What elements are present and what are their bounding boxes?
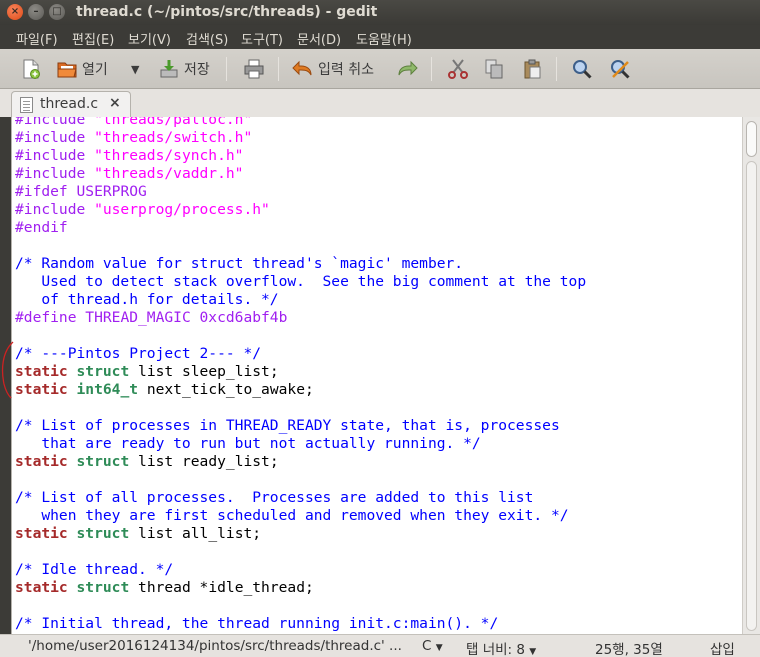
chevron-down-icon: ▼ [435,643,443,653]
window-title: thread.c (~/pintos/src/threads) - gedit [76,4,378,20]
maximize-window-button[interactable]: □ [49,4,65,20]
save-label: 저장 [184,62,210,78]
code-line[interactable]: that are ready to run but not actually r… [15,435,586,453]
cursor-position: 25행, 35열 [595,642,663,657]
code-line[interactable]: Used to detect stack overflow. See the b… [15,273,586,291]
save-icon [158,58,180,80]
toolbar-separator [226,57,227,81]
insert-mode: 삽입 [710,642,735,657]
menu-help[interactable]: 도움말(H) [356,29,412,48]
text-editor[interactable]: #include "threads/palloc.h" #include "thr… [11,117,742,634]
find-replace-icon [609,58,631,80]
redo-button[interactable] [396,56,418,82]
find-button[interactable] [571,56,593,82]
status-file-path: '/home/user2016124134/pintos/src/threads… [28,638,402,654]
code-line[interactable] [15,597,586,615]
new-document-button[interactable] [20,56,42,82]
code-line[interactable]: #endif [15,219,586,237]
tab-label: thread.c [40,96,99,112]
code-line[interactable]: /* ---Pintos Project 2--- */ [15,345,586,363]
code-line[interactable]: static struct list sleep_list; [15,363,586,381]
scrollbar-thumb[interactable] [746,121,757,157]
status-bar: '/home/user2016124134/pintos/src/threads… [0,634,760,657]
title-bar: × – □ thread.c (~/pintos/src/threads) - … [0,0,760,25]
code-line[interactable]: /* Idle thread. */ [15,561,586,579]
code-line[interactable]: #include "threads/palloc.h" [15,117,586,129]
scissors-icon [447,58,469,80]
undo-button[interactable]: 입력 취소 [292,56,374,82]
scrollbar-trough[interactable] [746,161,757,631]
code-line[interactable]: #include "threads/synch.h" [15,147,586,165]
code-line[interactable]: static struct thread *idle_thread; [15,579,586,597]
code-line[interactable]: static struct list ready_list; [15,453,586,471]
printer-icon [243,58,265,80]
undo-icon [292,58,314,80]
cut-button[interactable] [447,56,469,82]
paste-button[interactable] [521,56,543,82]
code-line[interactable] [15,327,586,345]
code-line[interactable] [15,543,586,561]
tab-width-label: 탭 너비: 8 [466,642,525,657]
tab-thread-c[interactable]: thread.c × [11,91,131,117]
code-line[interactable]: #include "userprog/process.h" [15,201,586,219]
code-line[interactable]: when they are first scheduled and remove… [15,507,586,525]
menu-view[interactable]: 보기(V) [128,29,171,48]
save-button[interactable]: 저장 [158,56,210,82]
code-line[interactable]: /* List of processes in THREAD_READY sta… [15,417,586,435]
code-line[interactable] [15,471,586,489]
close-tab-icon[interactable]: × [109,95,121,111]
recent-files-dropdown[interactable]: ▼ [131,56,139,82]
copy-button[interactable] [483,56,505,82]
undo-label: 입력 취소 [318,62,374,78]
code-line[interactable]: #include "threads/vaddr.h" [15,165,586,183]
find-replace-button[interactable] [609,56,631,82]
menu-bar: 파일(F) 편집(E) 보기(V) 검색(S) 도구(T) 문서(D) 도움말(… [0,25,760,49]
code-line[interactable]: static int64_t next_tick_to_awake; [15,381,586,399]
code-line[interactable]: /* Random value for struct thread's `mag… [15,255,586,273]
chevron-down-icon: ▼ [131,62,140,76]
paste-icon [521,58,543,80]
menu-tools[interactable]: 도구(T) [241,29,283,48]
close-window-button[interactable]: × [7,4,23,20]
chevron-down-icon: ▼ [529,647,537,657]
redo-icon [396,58,418,80]
handwritten-bracket-annotation [1,341,14,399]
menu-file[interactable]: 파일(F) [16,29,58,48]
menu-search[interactable]: 검색(S) [186,29,228,48]
toolbar-separator [431,57,432,81]
new-document-icon [20,58,42,80]
search-icon [571,58,593,80]
code-line[interactable] [15,237,586,255]
folder-open-icon [56,58,78,80]
tab-bar: thread.c × [0,89,760,117]
text-file-icon [20,97,33,113]
open-label: 열기 [82,62,108,78]
code-line[interactable]: #ifdef USERPROG [15,183,586,201]
open-button[interactable]: 열기 [56,56,108,82]
language-selector[interactable]: C ▼ [422,638,443,654]
print-button[interactable] [243,56,265,82]
copy-icon [483,58,505,80]
code-line[interactable]: /* Initial thread, the thread running in… [15,615,586,633]
code-line[interactable] [15,399,586,417]
code-line[interactable]: of thread.h for details. */ [15,291,586,309]
code-line[interactable]: /* List of all processes. Processes are … [15,489,586,507]
menu-documents[interactable]: 문서(D) [297,29,341,48]
code-view[interactable]: #include "threads/palloc.h" #include "thr… [15,117,586,634]
toolbar-separator [278,57,279,81]
vertical-scrollbar[interactable] [742,117,760,634]
code-line[interactable]: static struct list all_list; [15,525,586,543]
minimize-window-button[interactable]: – [28,4,44,20]
menu-edit[interactable]: 편집(E) [72,29,114,48]
toolbar: 열기 ▼ 저장 입력 취소 [0,49,760,89]
language-label: C [422,638,432,654]
code-line[interactable]: #include "threads/switch.h" [15,129,586,147]
toolbar-separator [556,57,557,81]
tab-width-selector[interactable]: 탭 너비: 8 ▼ [466,638,536,657]
code-line[interactable]: #define THREAD_MAGIC 0xcd6abf4b [15,309,586,327]
